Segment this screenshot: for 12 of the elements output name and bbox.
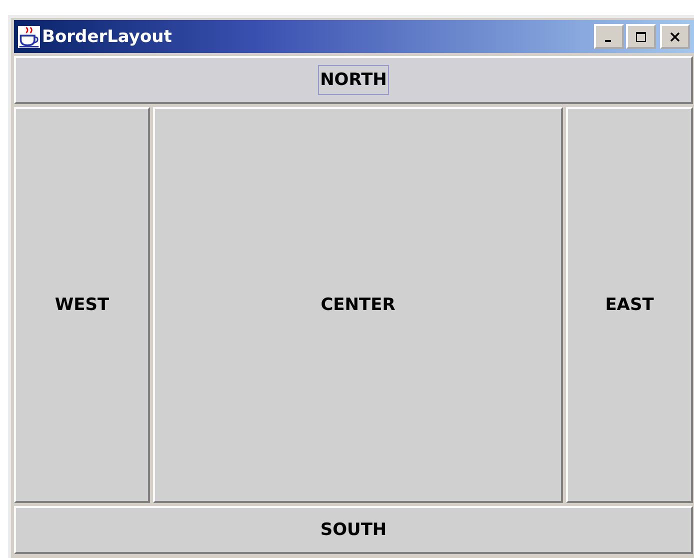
region-button[interactable]: NORTH <box>14 56 693 104</box>
maximize-button[interactable] <box>626 24 656 49</box>
region-button[interactable]: SOUTH <box>14 506 693 554</box>
coffee-cup-icon <box>18 26 40 48</box>
maximize-icon <box>636 32 646 42</box>
region-button[interactable]: CENTER <box>153 107 563 503</box>
close-button[interactable] <box>660 24 690 49</box>
minimize-icon <box>605 40 611 42</box>
region-button[interactable]: WEST <box>14 107 150 503</box>
region-button[interactable]: EAST <box>566 107 693 503</box>
close-icon <box>670 32 680 42</box>
window-title: BorderLayout <box>42 26 172 46</box>
